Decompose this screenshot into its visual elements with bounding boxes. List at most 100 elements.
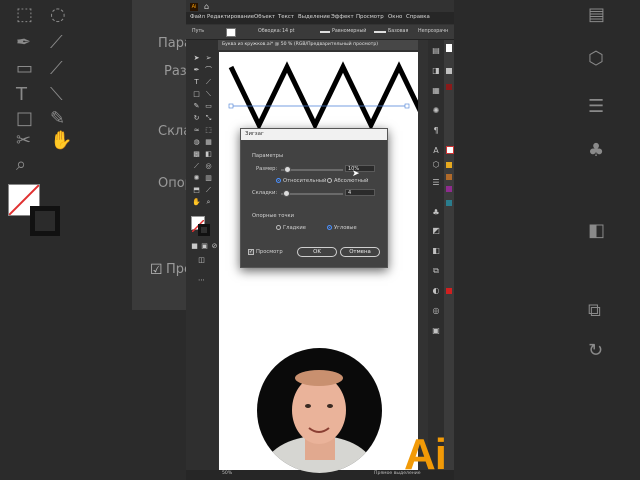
swatch-purple[interactable]: [446, 186, 452, 192]
brush-tool-icon[interactable]: ⟍: [204, 90, 213, 99]
home-icon[interactable]: ⌂: [204, 2, 209, 11]
menu-icon[interactable]: ☰: [431, 178, 441, 188]
paragraph-icon[interactable]: ¶: [431, 126, 441, 136]
stroke-weight-field[interactable]: 14 pt: [282, 29, 295, 34]
size-slider-knob[interactable]: [284, 166, 292, 173]
rectangle-tool-icon[interactable]: □: [192, 90, 201, 99]
color-icon[interactable]: ◨: [431, 66, 441, 76]
size-label: Размер:: [256, 166, 278, 172]
type-tool-icon[interactable]: T: [192, 78, 201, 87]
free-transform-icon[interactable]: ⬚: [204, 126, 213, 135]
properties-icon[interactable]: ▤: [431, 46, 441, 56]
anchor-point[interactable]: [228, 103, 234, 109]
libraries-icon[interactable]: ▣: [431, 326, 441, 336]
character-icon[interactable]: A: [431, 146, 441, 156]
smooth-radio[interactable]: [276, 225, 281, 230]
swatch-white[interactable]: [446, 44, 452, 52]
links-icon[interactable]: ⧉: [431, 266, 441, 276]
layers-icon[interactable]: ◧: [431, 246, 441, 256]
relative-radio[interactable]: [276, 178, 281, 183]
params-group-label: Параметры: [252, 153, 284, 159]
artboard-tool-icon[interactable]: ⬒: [192, 186, 201, 195]
cancel-button[interactable]: Отмена: [340, 247, 380, 257]
opacity-label: Непрозрачн: [418, 29, 449, 34]
layers-icon: ◧: [588, 220, 606, 241]
eraser-tool-icon[interactable]: ▭: [204, 102, 213, 111]
shape-builder-icon[interactable]: ◍: [192, 138, 201, 147]
curvature-tool-icon[interactable]: ⌒: [204, 66, 213, 75]
corner-radio[interactable]: [327, 225, 332, 230]
graph-tool-icon[interactable]: ▥: [204, 174, 213, 183]
scale-tool-icon[interactable]: ⤡: [204, 114, 213, 123]
gradient-tool-icon[interactable]: ◧: [204, 150, 213, 159]
graphic-styles-icon[interactable]: ◩: [431, 226, 441, 236]
brushes-icon[interactable]: ✺: [431, 106, 441, 116]
absolute-radio[interactable]: [327, 178, 332, 183]
symbol-sprayer-icon[interactable]: ✺: [192, 174, 201, 183]
appearance-icon[interactable]: ◎: [431, 306, 441, 316]
pen-tool-icon: ✒: [16, 32, 32, 53]
menu-select[interactable]: Выделение: [298, 14, 330, 20]
menu-effect[interactable]: Эффект: [331, 14, 354, 20]
none-mode-icon[interactable]: ⊘: [210, 242, 219, 251]
more-tools-icon[interactable]: ⋯: [197, 276, 206, 285]
fill-color-button[interactable]: [226, 28, 236, 37]
menu-view[interactable]: Просмотр: [356, 14, 384, 20]
ridges-slider-track[interactable]: [281, 193, 343, 195]
perspective-grid-icon[interactable]: ▦: [204, 138, 213, 147]
stroke-profile-select[interactable]: Равномерный: [332, 29, 366, 34]
document-tab[interactable]: Буква из кружков.ai* @ 50 % (RGB/Предвар…: [218, 40, 418, 50]
selection-tool-icon[interactable]: ➤: [192, 54, 201, 63]
transparency-icon[interactable]: ◐: [431, 286, 441, 296]
mesh-tool-icon[interactable]: ▩: [192, 150, 201, 159]
menu-file[interactable]: Файл: [190, 14, 205, 20]
rectangle-tool-icon: □: [16, 108, 34, 129]
ridges-input[interactable]: 4: [345, 189, 375, 196]
swatch-teal[interactable]: [446, 200, 452, 206]
eyedropper-tool-icon[interactable]: ⟋: [192, 162, 201, 171]
object-type-label: Путь: [192, 29, 205, 34]
hand-tool-icon[interactable]: ✋: [192, 198, 201, 207]
app-logo-icon: Ai: [190, 3, 198, 11]
swatch-red[interactable]: [446, 84, 452, 90]
swatch-red-2[interactable]: [446, 288, 452, 294]
menu-window[interactable]: Окно: [388, 14, 402, 20]
brush-select[interactable]: Базовая: [388, 29, 408, 34]
menu-object[interactable]: Объект: [254, 14, 275, 20]
control-bar: Путь Обводка: 14 pt Равномерный Базовая …: [186, 25, 454, 40]
pencil-tool-icon[interactable]: ✎: [192, 102, 201, 111]
zigzag-path[interactable]: [228, 61, 430, 131]
warp-tool-icon[interactable]: ≈: [192, 126, 201, 135]
symbols-icon[interactable]: ♣: [431, 208, 441, 218]
pen-tool-icon[interactable]: ✒: [192, 66, 201, 75]
align-icon: ▤: [588, 4, 606, 25]
ok-button[interactable]: OK: [297, 247, 337, 257]
zoom-icon: ⌕: [16, 154, 27, 175]
zoom-tool-icon[interactable]: ⌕: [204, 198, 213, 207]
draw-mode-icon[interactable]: ◫: [197, 256, 206, 265]
swatch-yellow[interactable]: [446, 162, 452, 168]
swatches-icon[interactable]: ▦: [431, 86, 441, 96]
zoom-level[interactable]: 50%: [222, 471, 232, 476]
rotate-tool-icon[interactable]: ↻: [192, 114, 201, 123]
cube-icon[interactable]: ⬡: [431, 160, 441, 170]
blend-tool-icon[interactable]: ◎: [204, 162, 213, 171]
line-tool-icon[interactable]: ⟋: [204, 78, 213, 87]
anchor-point[interactable]: [404, 103, 410, 109]
ridges-slider-knob[interactable]: [282, 190, 290, 197]
color-mode-icon[interactable]: ■: [190, 242, 199, 251]
preview-checkbox[interactable]: ✓: [248, 249, 254, 255]
menu-type[interactable]: Текст: [278, 14, 294, 20]
gradient-mode-icon[interactable]: ▣: [200, 242, 209, 251]
slice-tool-icon[interactable]: ⟋: [204, 186, 213, 195]
swatch-none[interactable]: [446, 146, 454, 154]
menu-edit[interactable]: Редактирование: [207, 14, 254, 20]
swatch-orange[interactable]: [446, 174, 452, 180]
menu-help[interactable]: Справка: [406, 14, 430, 20]
direct-selection-tool-icon[interactable]: ➢: [204, 54, 213, 63]
dialog-title-bar[interactable]: Зигзаг: [241, 129, 387, 140]
stroke-swatch[interactable]: [198, 224, 210, 236]
size-input[interactable]: 10%: [345, 165, 375, 172]
swatch-gray[interactable]: [446, 68, 452, 74]
selection-tool-icon: ⬚: [16, 4, 34, 25]
